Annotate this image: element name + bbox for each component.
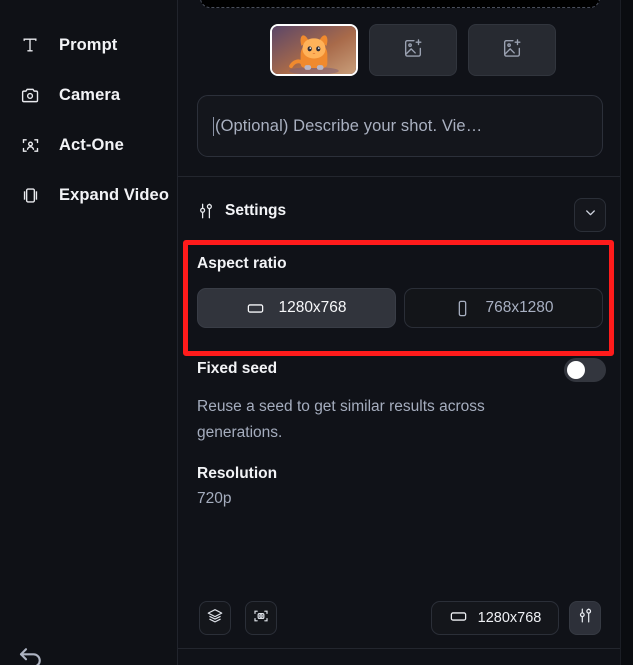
text-t-icon — [18, 33, 42, 57]
sidebar-item-label: Act-One — [59, 135, 124, 154]
image-plus-icon — [402, 37, 424, 64]
aspect-ratio-option-label: 1280x768 — [278, 299, 347, 316]
add-image-slot-2[interactable] — [468, 24, 556, 76]
panel-scrollbar[interactable] — [620, 0, 633, 665]
sidebar: Prompt Camera Act-One Expand Video — [0, 0, 178, 665]
portrait-icon — [453, 299, 472, 318]
settings-header: Settings — [197, 202, 286, 220]
section-divider-top — [178, 176, 633, 177]
sidebar-item-prompt[interactable]: Prompt — [0, 27, 177, 63]
settings-collapse-button[interactable] — [574, 198, 606, 232]
sidebar-item-expand-video[interactable]: Expand Video — [0, 177, 177, 213]
sidebar-item-label: Prompt — [59, 35, 118, 54]
resolution-label: Resolution — [197, 465, 278, 482]
reference-image-row — [270, 24, 556, 76]
sidebar-nav: Prompt Camera Act-One Expand Video — [0, 0, 177, 213]
landscape-icon — [449, 607, 468, 630]
resolution-value: 720p — [197, 490, 232, 507]
cat-thumbnail-art — [272, 26, 356, 74]
toggle-knob — [567, 361, 585, 379]
settings-title: Settings — [225, 202, 287, 219]
fixed-seed-description: Reuse a seed to get similar results acro… — [197, 398, 485, 441]
aspect-ratio-label: Aspect ratio — [197, 255, 287, 272]
layers-icon — [206, 607, 224, 630]
reference-image-thumbnail[interactable] — [270, 24, 358, 76]
aspect-ratio-option-portrait[interactable]: 768x1280 — [404, 288, 603, 328]
output-size-label: 1280x768 — [477, 610, 542, 626]
tune-icon — [577, 607, 594, 629]
text-caret — [213, 116, 214, 136]
fixed-seed-label: Fixed seed — [197, 360, 278, 377]
bottom-toolbar: 1280x768 — [178, 596, 620, 640]
sidebar-item-label: Expand Video — [59, 185, 170, 204]
settings-tune-button[interactable] — [569, 601, 601, 635]
output-size-button[interactable]: 1280x768 — [431, 601, 559, 635]
scan-frame-button[interactable] — [245, 601, 277, 635]
landscape-icon — [246, 299, 265, 318]
person-frame-icon — [18, 133, 42, 157]
scan-frame-icon — [252, 607, 270, 630]
aspect-ratio-option-label: 768x1280 — [485, 299, 554, 316]
app-root: Prompt Camera Act-One Expand Video (Opti… — [0, 0, 633, 665]
camera-icon — [18, 83, 42, 107]
sidebar-item-camera[interactable]: Camera — [0, 77, 177, 113]
sidebar-item-label: Camera — [59, 85, 121, 104]
media-dropzone[interactable] — [200, 0, 600, 8]
add-image-slot-1[interactable] — [369, 24, 457, 76]
layers-button[interactable] — [199, 601, 231, 635]
aspect-ratio-options: 1280x768 768x1280 — [197, 288, 603, 328]
prompt-placeholder: (Optional) Describe your shot. Vie… — [215, 116, 483, 135]
tune-icon — [197, 202, 215, 220]
chevron-down-icon — [583, 205, 598, 225]
expand-frame-icon — [18, 183, 42, 207]
sidebar-item-act-one[interactable]: Act-One — [0, 127, 177, 163]
undo-icon[interactable] — [16, 643, 46, 665]
bottom-divider — [178, 648, 620, 649]
prompt-input[interactable]: (Optional) Describe your shot. Vie… — [197, 95, 603, 157]
settings-panel: (Optional) Describe your shot. Vie… Sett… — [178, 0, 633, 665]
fixed-seed-toggle[interactable] — [564, 358, 606, 382]
image-plus-icon — [501, 37, 523, 64]
aspect-ratio-option-landscape[interactable]: 1280x768 — [197, 288, 396, 328]
